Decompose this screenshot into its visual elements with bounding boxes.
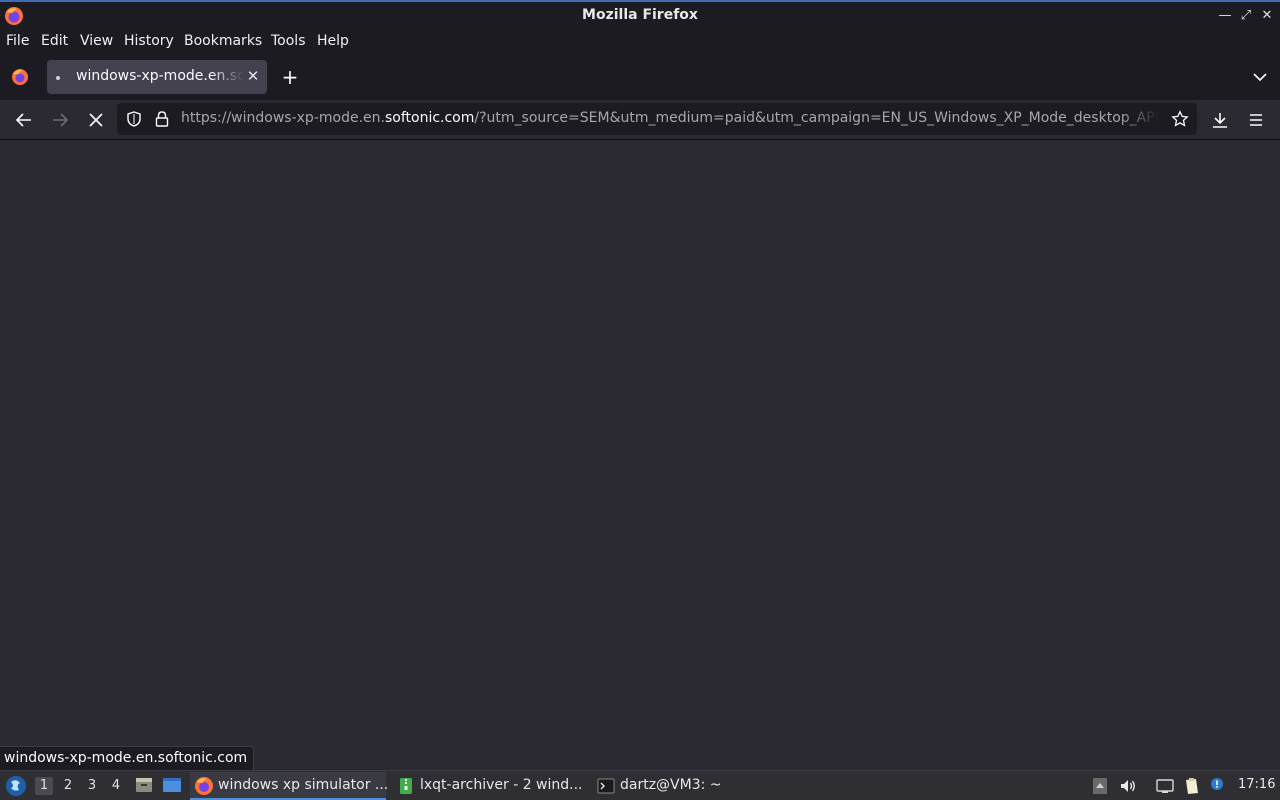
firefox-view-icon[interactable] [10,67,30,87]
window-title: Mozilla Firefox [582,7,698,23]
tracking-protection-shield-icon[interactable] [125,110,143,128]
tab-bar: windows-xp-mode.en.softonic.com ✕ + [0,54,1280,100]
tray-arrow-icon[interactable] [1090,776,1110,796]
network-icon[interactable] [1155,776,1175,796]
menu-file[interactable]: File [6,33,29,49]
navigation-toolbar: https://windows-xp-mode.en.softonic.com/… [0,100,1280,140]
menu-history[interactable]: History [124,33,174,49]
tab-active[interactable]: windows-xp-mode.en.softonic.com ✕ [47,60,267,94]
file-manager-icon[interactable] [134,775,154,795]
url-host: softonic.com [384,110,475,126]
start-menu-icon[interactable] [4,774,28,798]
lock-icon[interactable] [153,110,171,128]
new-tab-button[interactable]: + [280,67,300,87]
show-desktop-icon[interactable] [162,775,182,795]
volume-icon[interactable] [1118,776,1138,796]
desktop-1-button[interactable]: 1 [35,777,53,795]
status-panel: windows-xp-mode.en.softonic.com [0,746,255,770]
loading-indicator-icon [56,76,60,80]
minimize-button[interactable]: — [1216,7,1234,25]
menu-help[interactable]: Help [317,33,349,49]
task-label: dartz@VM3: ~ [620,777,722,793]
task-archiver[interactable]: lxqt-archiver - 2 wind... [392,772,588,800]
desktop-4-button[interactable]: 4 [107,777,125,795]
archiver-icon [400,778,412,794]
list-all-tabs-icon[interactable] [1250,67,1270,87]
firefox-icon [195,777,213,795]
stop-loading-button[interactable] [84,108,108,132]
task-firefox[interactable]: windows xp simulator ... [190,772,389,800]
menu-bar: File Edit View History Bookmarks Tools H… [0,29,1280,54]
taskbar: 1 2 3 4 windows xp simulator ... lxqt-ar… [0,770,1280,800]
terminal-icon [597,778,615,794]
url-suffix: /?utm_source=SEM&utm_medium=paid&utm_cam… [474,110,1159,126]
desktop-2-button[interactable]: 2 [59,777,77,795]
url-bar[interactable]: https://windows-xp-mode.en.softonic.com/… [117,103,1197,135]
menu-tools[interactable]: Tools [271,33,306,49]
task-label: lxqt-archiver - 2 wind... [420,777,583,793]
clipboard-icon[interactable] [1182,776,1202,796]
back-button[interactable] [12,108,36,132]
maximize-button[interactable]: ⤢ [1237,7,1255,25]
clock[interactable]: 17:16 [1238,777,1275,792]
tab-close-icon[interactable]: ✕ [244,67,262,85]
downloads-icon[interactable] [1208,108,1232,132]
task-terminal[interactable]: dartz@VM3: ~ [592,772,788,800]
app-menu-icon[interactable] [1244,108,1268,132]
window-titlebar[interactable]: Mozilla Firefox — ⤢ ✕ [0,0,1280,29]
menu-edit[interactable]: Edit [41,33,68,49]
page-content-area[interactable] [0,141,1280,770]
url-text[interactable]: https://windows-xp-mode.en.softonic.com/… [181,110,1159,126]
task-label: windows xp simulator ... [218,777,389,793]
notification-icon[interactable] [1208,776,1228,796]
tab-label: windows-xp-mode.en.softonic.com [76,68,244,84]
menu-bookmarks[interactable]: Bookmarks [184,33,262,49]
url-prefix: https://windows-xp-mode.en. [181,110,385,126]
bookmark-star-icon[interactable] [1171,110,1189,128]
close-window-button[interactable]: ✕ [1258,7,1276,25]
menu-view[interactable]: View [80,33,113,49]
desktop-3-button[interactable]: 3 [83,777,101,795]
forward-button[interactable] [48,108,72,132]
